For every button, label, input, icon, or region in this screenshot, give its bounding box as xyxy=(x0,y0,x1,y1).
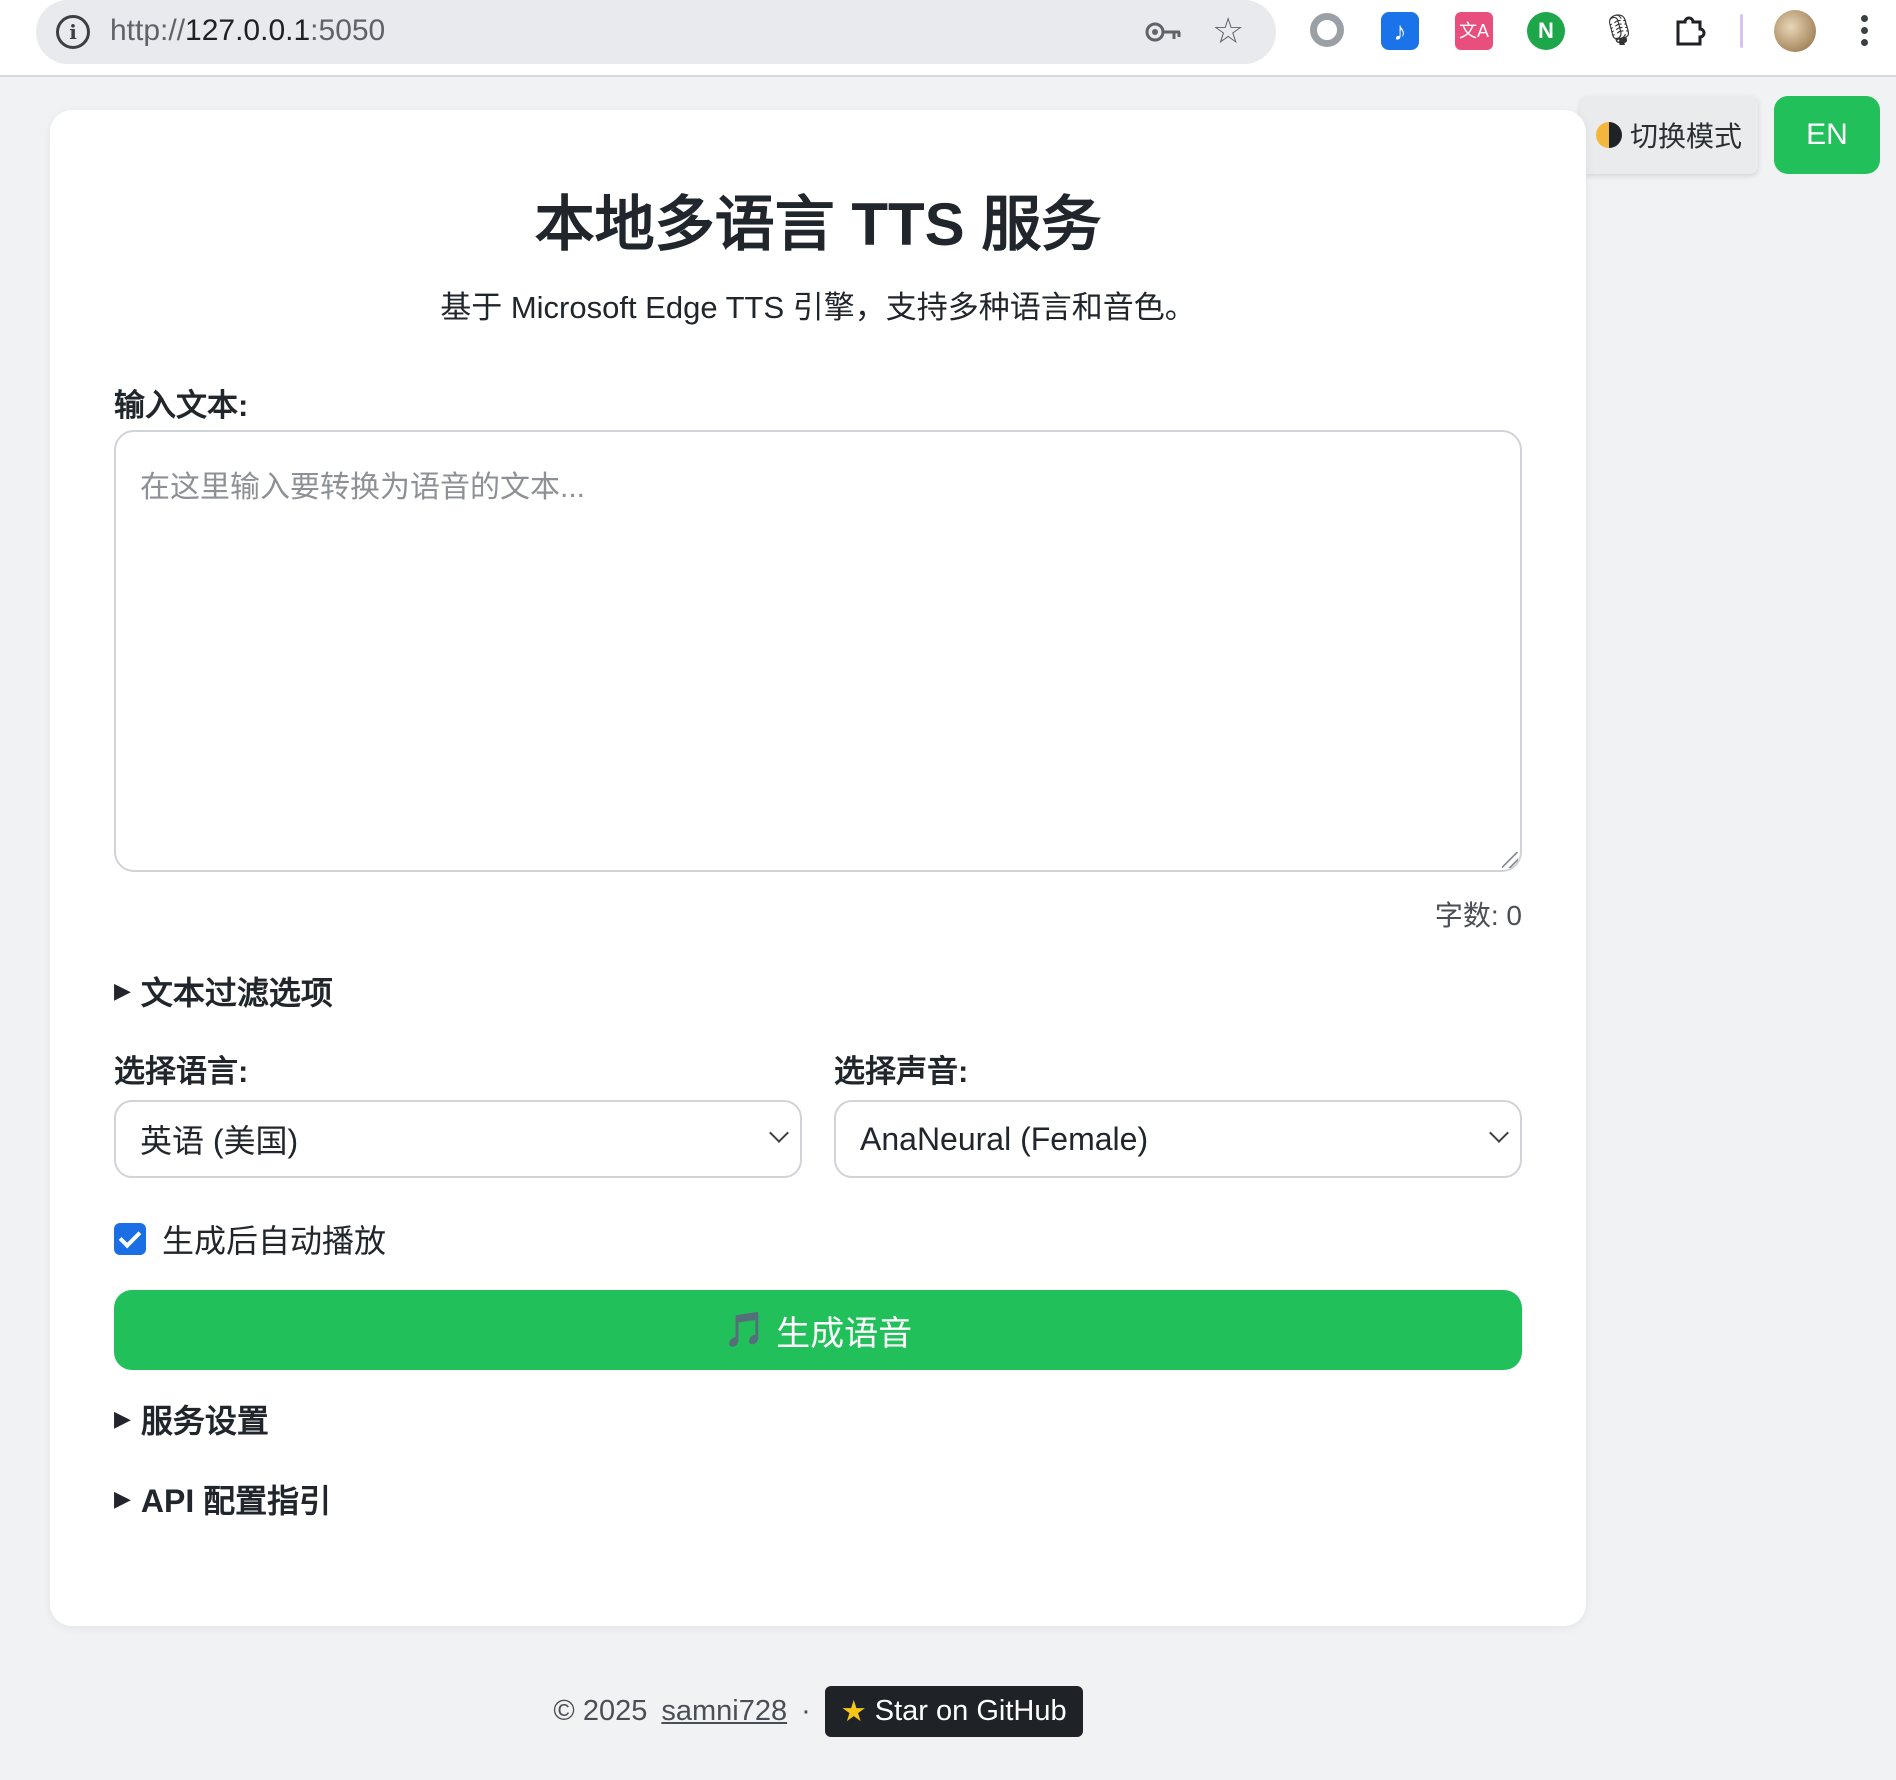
char-count: 字数: 0 xyxy=(1434,900,1522,931)
generate-speech-label: 生成语音 xyxy=(776,1314,913,1353)
author-link[interactable]: samni728 xyxy=(661,1695,787,1728)
triangle-right-icon: ▶ xyxy=(114,978,131,1003)
extension-circle-icon[interactable] xyxy=(1310,13,1344,47)
browser-toolbar: i http://127.0.0.1:5050 ☆ ♪ 文A N 🎙 xyxy=(0,0,1896,77)
extension-microphone-icon[interactable]: 🎙 xyxy=(1600,12,1638,50)
language-toggle-button[interactable]: EN xyxy=(1774,96,1880,174)
language-select-value: 英语 (美国) xyxy=(140,1123,299,1159)
filter-options-toggle[interactable]: ▶ 文本过滤选项 xyxy=(114,968,333,1014)
language-select[interactable]: 英语 (美国) xyxy=(114,1100,802,1178)
address-bar[interactable]: i http://127.0.0.1:5050 ☆ xyxy=(36,0,1276,64)
url-text[interactable]: http://127.0.0.1:5050 xyxy=(110,14,385,48)
voice-select-value: AnaNeural (Female) xyxy=(860,1120,1149,1157)
page-title: 本地多语言 TTS 服务 xyxy=(534,191,1102,258)
github-star-label: Star on GitHub xyxy=(874,1695,1067,1727)
theme-toggle-label: 切换模式 xyxy=(1629,121,1742,152)
api-guide-toggle[interactable]: ▶ API 配置指引 xyxy=(114,1476,331,1522)
footer-copyright: © 2025 xyxy=(553,1695,648,1727)
language-select-label: 选择语言: xyxy=(114,1054,249,1089)
extension-translate-icon[interactable]: 文A xyxy=(1455,12,1493,50)
main-card: 本地多语言 TTS 服务 基于 Microsoft Edge TTS 引擎，支持… xyxy=(50,110,1586,1626)
autoplay-checkbox[interactable] xyxy=(114,1223,146,1255)
browser-menu-icon[interactable] xyxy=(1858,12,1870,52)
autoplay-row: 生成后自动播放 xyxy=(114,1216,386,1262)
star-icon: ★ xyxy=(840,1696,867,1728)
chevron-down-icon xyxy=(1489,1123,1509,1143)
voice-select[interactable]: AnaNeural (Female) xyxy=(834,1100,1522,1178)
footer: © 2025 samni728 · ★ Star on GitHub xyxy=(0,1686,1636,1737)
page-subtitle: 基于 Microsoft Edge TTS 引擎，支持多种语言和音色。 xyxy=(440,290,1196,325)
toolbar-divider xyxy=(1740,14,1743,48)
api-guide-label: API 配置指引 xyxy=(140,1483,332,1519)
triangle-right-icon: ▶ xyxy=(114,1406,131,1431)
bookmark-star-icon[interactable]: ☆ xyxy=(1212,10,1244,52)
voice-select-label: 选择声音: xyxy=(834,1054,969,1089)
extensions-puzzle-icon[interactable] xyxy=(1670,12,1708,50)
autoplay-label[interactable]: 生成后自动播放 xyxy=(162,1216,386,1262)
resize-handle[interactable] xyxy=(1502,852,1518,868)
github-star-button[interactable]: ★ Star on GitHub xyxy=(824,1686,1083,1737)
generate-speech-button[interactable]: 🎵 生成语音 xyxy=(114,1290,1522,1370)
text-input[interactable] xyxy=(114,430,1522,872)
site-info-icon[interactable]: i xyxy=(56,15,90,49)
service-settings-label: 服务设置 xyxy=(140,1403,269,1439)
triangle-right-icon: ▶ xyxy=(114,1486,131,1511)
password-key-icon[interactable] xyxy=(1144,14,1184,50)
text-input-label: 输入文本: xyxy=(114,388,249,423)
service-settings-toggle[interactable]: ▶ 服务设置 xyxy=(114,1396,269,1442)
chevron-down-icon xyxy=(769,1123,789,1143)
half-moon-icon xyxy=(1595,122,1622,148)
extension-note-icon[interactable]: ♪ xyxy=(1381,12,1419,50)
footer-separator: · xyxy=(801,1695,811,1727)
theme-toggle-button[interactable]: 切换模式 xyxy=(1580,96,1758,174)
filter-options-label: 文本过滤选项 xyxy=(140,975,333,1011)
music-note-icon: 🎵 xyxy=(723,1311,767,1349)
extension-n-icon[interactable]: N xyxy=(1527,12,1565,50)
profile-avatar[interactable] xyxy=(1774,10,1816,52)
